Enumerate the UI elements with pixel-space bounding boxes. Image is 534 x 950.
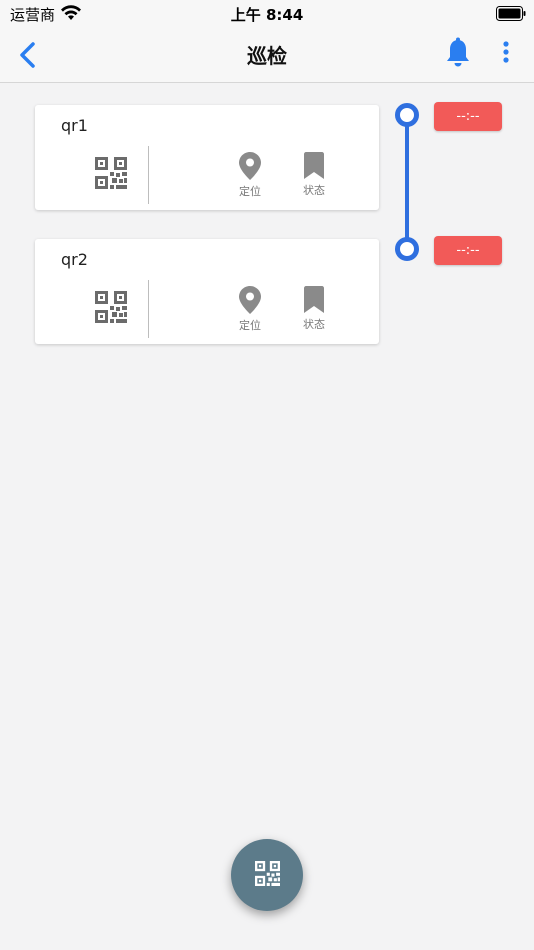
location-label: 定位 [239,319,261,332]
checkpoint-card[interactable]: qr1 定位 状态 [35,105,379,210]
nav-bar: 巡检 [0,28,534,83]
status-label: 状态 [303,184,325,197]
bookmark-icon [304,152,324,179]
qr-code-icon[interactable] [95,157,127,189]
checkpoint-name: qr2 [61,250,88,269]
notifications-button[interactable] [444,37,472,73]
checkpoint-name: qr1 [61,116,88,135]
timeline-dot [395,237,419,261]
checkpoint-card[interactable]: qr2 定位 状态 [35,239,379,344]
bell-icon [447,37,469,67]
bookmark-icon [304,286,324,313]
card-divider [148,280,149,338]
timeline-line [405,114,409,250]
status-time: 上午 8:44 [230,6,304,24]
location-pin-icon [239,286,261,314]
status-button[interactable]: 状态 [294,152,334,198]
location-label: 定位 [239,185,261,198]
battery-icon [496,6,526,21]
status-bar: 运营商 上午 8:44 [0,0,534,28]
qr-code-icon[interactable] [95,291,127,323]
card-divider [148,146,149,204]
location-button[interactable]: 定位 [230,152,270,199]
more-vertical-icon [503,41,509,63]
status-button[interactable]: 状态 [294,286,334,332]
qr-scan-icon [255,861,280,886]
more-options-button[interactable] [500,40,512,70]
location-pin-icon [239,152,261,180]
time-badge[interactable]: --:-- [434,236,502,265]
status-label: 状态 [303,318,325,331]
time-badge[interactable]: --:-- [434,102,502,131]
timeline-dot [395,103,419,127]
location-button[interactable]: 定位 [230,286,270,333]
scan-qr-button[interactable] [231,839,303,911]
